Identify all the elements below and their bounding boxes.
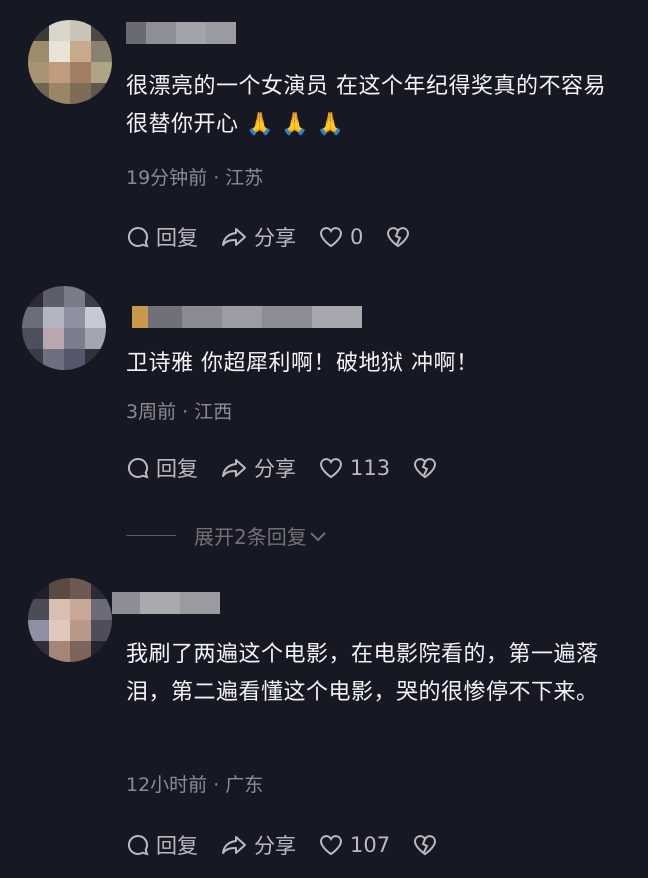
share-label: 分享 [254,457,296,481]
comment-actions: 回复 分享 107 [126,830,466,860]
comment-text: 我刷了两遍这个电影，在电影院看的，第一遍落泪，第二遍看懂这个电影，哭的很惨停不下… [126,642,599,705]
share-button[interactable]: 分享 [220,453,296,483]
avatar[interactable] [28,578,112,662]
share-icon [222,836,246,854]
dislike-button[interactable] [385,225,417,249]
reply-label: 回复 [156,457,198,481]
broken-heart-icon [414,835,437,856]
share-icon [222,459,246,477]
comment-text: 卫诗雅 你超犀利啊！破地狱 冲啊！ [126,351,479,376]
like-button[interactable]: 107 [318,833,390,857]
avatar[interactable] [22,286,106,370]
reply-label: 回复 [156,226,198,250]
like-button[interactable]: 113 [318,456,390,480]
comment-text: 很漂亮的一个女演员 在这个年纪得奖真的不容易 很替你开心 🙏 🙏 🙏 [126,74,606,137]
avatar[interactable] [28,20,112,104]
divider-line [126,535,176,536]
reply-button[interactable]: 回复 [126,222,198,252]
username-blurred[interactable] [132,306,362,328]
like-count: 107 [350,833,391,857]
like-count: 0 [350,225,364,249]
like-button[interactable]: 0 [318,225,363,249]
heart-icon [319,835,343,856]
comment-meta: 12小时前 · 广东 [126,774,264,796]
expand-replies[interactable]: 展开2条回复 [126,521,327,550]
comment-meta: 3周前 · 江西 [126,401,233,423]
broken-heart-icon [414,458,437,479]
comment-actions: 回复 分享 113 [126,453,466,483]
broken-heart-icon [387,227,410,248]
comment-1: 很漂亮的一个女演员 在这个年纪得奖真的不容易 很替你开心 🙏 🙏 🙏 19分钟前… [0,0,648,270]
share-icon [222,228,246,246]
share-button[interactable]: 分享 [220,222,296,252]
like-count: 113 [350,456,391,480]
comment-actions: 回复 分享 0 [126,222,439,252]
reply-button[interactable]: 回复 [126,453,198,483]
heart-icon [319,227,343,248]
reply-button[interactable]: 回复 [126,830,198,860]
share-label: 分享 [254,226,296,250]
reply-label: 回复 [156,834,198,858]
reply-icon [127,834,149,856]
dislike-button[interactable] [412,456,444,480]
reply-icon [127,226,149,248]
chevron-down-icon [310,531,326,541]
reply-icon [127,457,149,479]
dislike-button[interactable] [412,833,444,857]
share-button[interactable]: 分享 [220,830,296,860]
username-blurred[interactable] [126,22,236,44]
username-blurred[interactable] [112,592,220,614]
expand-replies-label: 展开2条回复 [194,525,307,549]
heart-icon [319,458,343,479]
comment-meta: 19分钟前 · 江苏 [126,167,264,189]
share-label: 分享 [254,834,296,858]
comment-3: 我刷了两遍这个电影，在电影院看的，第一遍落泪，第二遍看懂这个电影，哭的很惨停不下… [0,570,648,878]
